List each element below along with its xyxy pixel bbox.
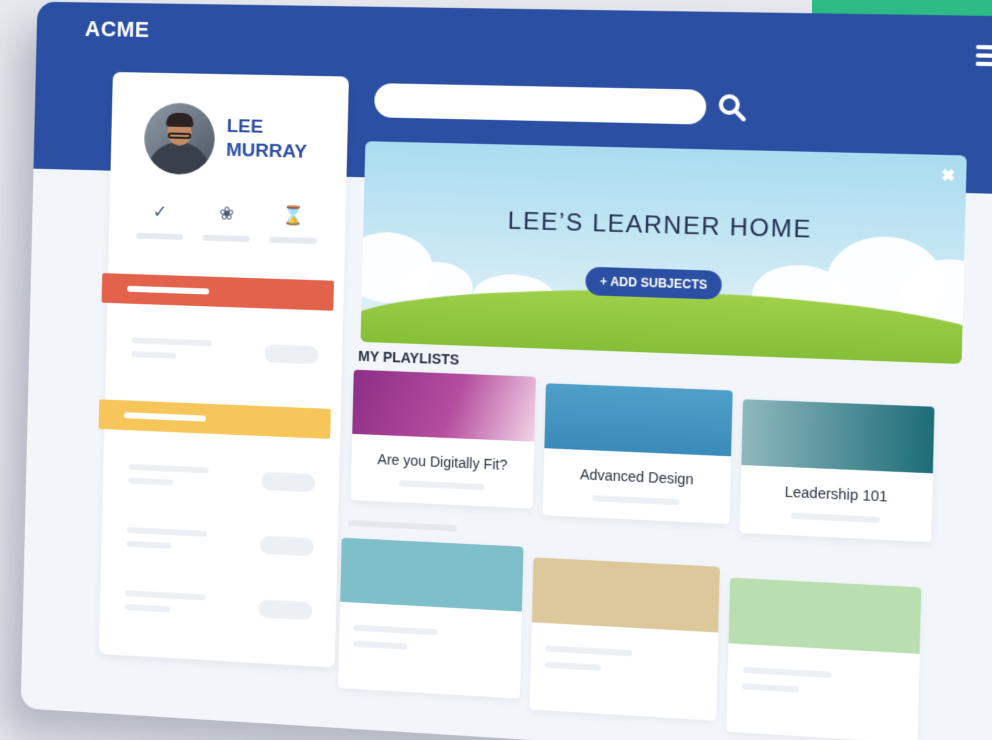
brand-logo[interactable]: ACME (85, 16, 150, 43)
check-circle-icon: ✓ (133, 201, 188, 226)
stat-achievements[interactable]: ❀ (198, 203, 254, 242)
placeholder-thumbnail (340, 538, 523, 612)
close-icon[interactable]: ✖ (941, 165, 956, 186)
app-screen: ACME LEE MURRAY ✓ ❀ ⌛ ✖ LEE’S LEARNER HO… (21, 2, 992, 740)
search-icon[interactable] (716, 92, 748, 123)
profile-first-name: LEE (227, 116, 264, 139)
section-header-placeholder (124, 412, 206, 421)
playlist-card[interactable]: Advanced Design (543, 383, 733, 524)
list-item[interactable] (127, 527, 314, 560)
placeholder-thumbnail (532, 557, 720, 632)
device-frame: ACME LEE MURRAY ✓ ❀ ⌛ ✖ LEE’S LEARNER HO… (0, 0, 992, 740)
playlist-title: Leadership 101 (741, 481, 933, 506)
stat-value-placeholder (202, 235, 249, 242)
stat-time[interactable]: ⌛ (265, 205, 321, 245)
playlist-thumbnail (544, 383, 732, 456)
profile-card: LEE MURRAY ✓ ❀ ⌛ (99, 72, 349, 668)
playlist-title: Advanced Design (544, 464, 731, 489)
add-subjects-button[interactable]: + ADD SUBJECTS (585, 267, 722, 300)
placeholder-card[interactable] (338, 538, 523, 699)
profile-last-name: MURRAY (226, 140, 307, 164)
hamburger-menu-icon[interactable] (976, 45, 992, 66)
section-header-red[interactable] (102, 273, 334, 311)
playlist-thumbnail (741, 399, 934, 473)
placeholder-card[interactable] (530, 557, 720, 720)
avatar[interactable] (143, 102, 215, 175)
playlist-meta-placeholder (791, 513, 881, 523)
section-header-yellow[interactable] (99, 399, 331, 439)
placeholder-card[interactable] (726, 578, 921, 740)
playlist-meta-placeholder (592, 495, 679, 505)
stat-completed[interactable]: ✓ (132, 201, 187, 240)
page-title: LEE’S LEARNER HOME (363, 203, 965, 249)
placeholder-thumbnail (728, 578, 921, 654)
hourglass-icon: ⌛ (266, 205, 322, 231)
playlist-meta-placeholder (399, 480, 484, 490)
playlists-heading: MY PLAYLISTS (358, 348, 459, 368)
section-header-placeholder (127, 286, 209, 295)
playlist-card[interactable]: Leadership 101 (740, 399, 935, 542)
section-heading-placeholder (348, 520, 457, 531)
playlist-thumbnail (352, 370, 536, 442)
profile-stats: ✓ ❀ ⌛ (132, 201, 322, 244)
list-item[interactable] (125, 590, 312, 624)
list-item[interactable] (131, 337, 318, 368)
stat-value-placeholder (136, 233, 183, 240)
stat-value-placeholder (269, 237, 317, 244)
list-item[interactable] (128, 464, 315, 497)
playlist-card[interactable]: Are you Digitally Fit? (351, 370, 536, 509)
learner-home-banner: ✖ LEE’S LEARNER HOME + ADD SUBJECTS (360, 141, 966, 364)
playlist-title: Are you Digitally Fit? (351, 450, 533, 474)
award-icon: ❀ (199, 203, 255, 228)
